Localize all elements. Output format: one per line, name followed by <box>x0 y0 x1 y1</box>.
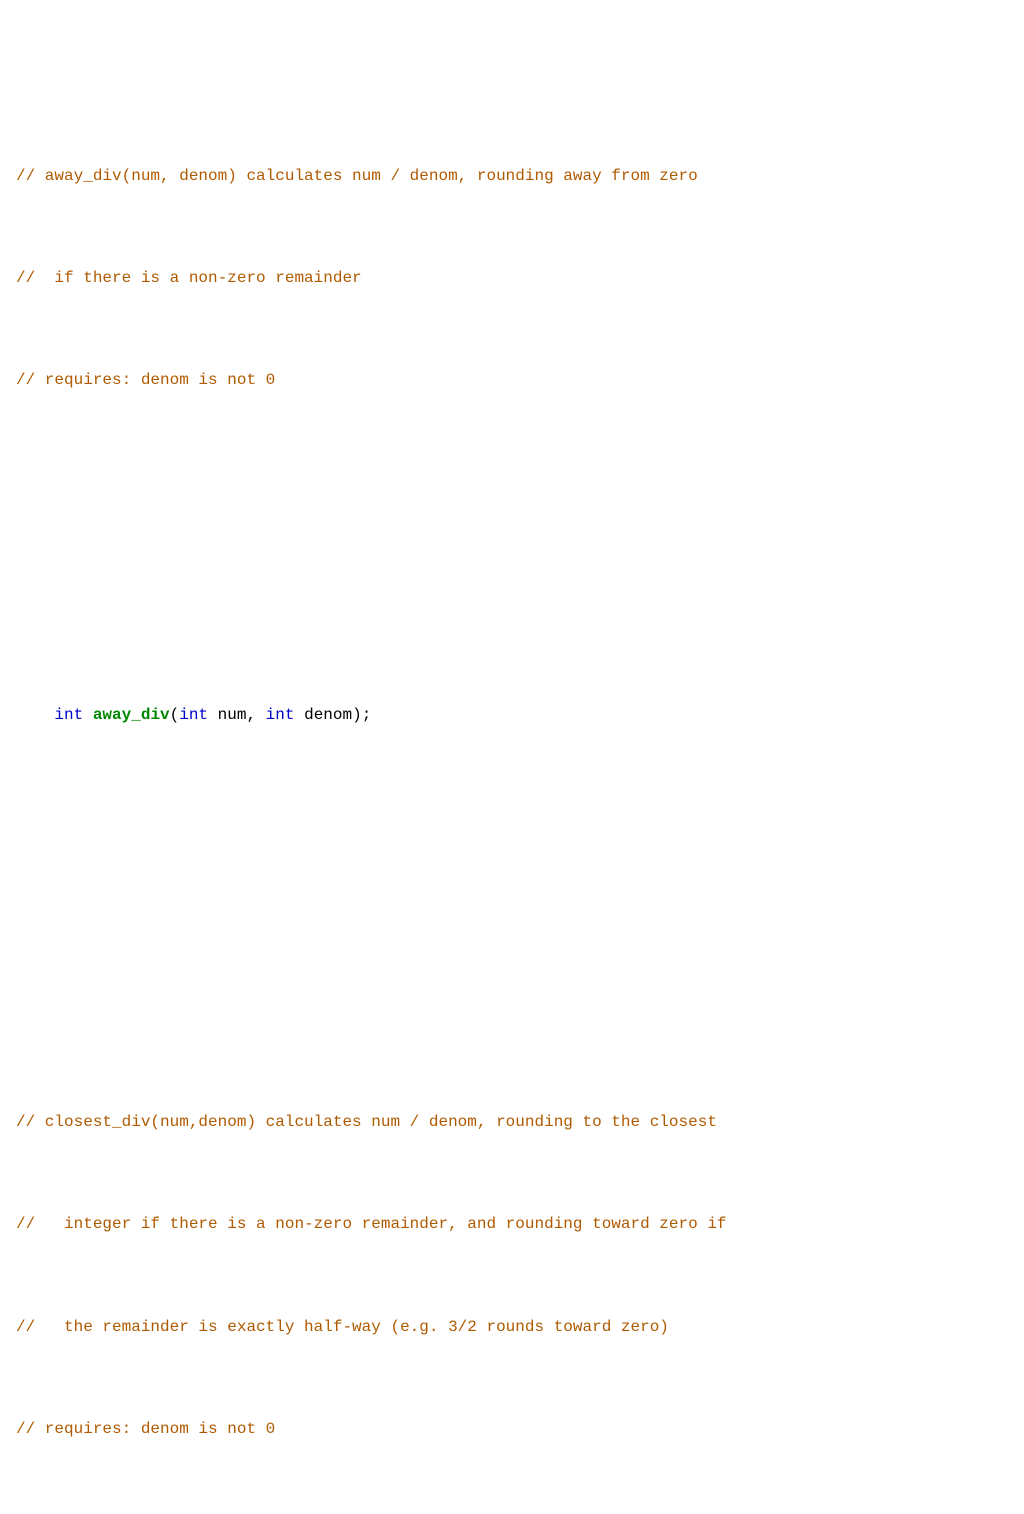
away-div-signature-section: int away_div(int num, int denom); <box>16 678 1008 780</box>
spacer-3 <box>16 936 1008 956</box>
param-num: num, <box>208 706 266 724</box>
spacer-2 <box>16 865 1008 885</box>
away-div-section: // away_div(num, denom) calculates num /… <box>16 112 1008 470</box>
function-away-div: away_div <box>93 706 170 724</box>
comment-line-7: // requires: denom is not 0 <box>16 1417 1008 1443</box>
comment-line-1: // away_div(num, denom) calculates num /… <box>16 164 1008 190</box>
comment-line-3: // requires: denom is not 0 <box>16 368 1008 394</box>
keyword-int-1: int <box>54 706 83 724</box>
param-denom: denom); <box>294 706 371 724</box>
paren-1: ( <box>170 706 180 724</box>
closest-div-section: // closest_div(num,denom) calculates num… <box>16 1059 1008 1514</box>
comment-line-6: // the remainder is exactly half-way (e.… <box>16 1315 1008 1341</box>
comment-line-2: // if there is a non-zero remainder <box>16 266 1008 292</box>
spacer-1 <box>16 555 1008 575</box>
keyword-int-2: int <box>179 706 208 724</box>
comment-line-5: // integer if there is a non-zero remain… <box>16 1212 1008 1238</box>
space-1 <box>83 706 93 724</box>
keyword-int-3: int <box>266 706 295 724</box>
comment-line-4: // closest_div(num,denom) calculates num… <box>16 1110 1008 1136</box>
code-editor: // away_div(num, denom) calculates num /… <box>16 10 1008 1514</box>
